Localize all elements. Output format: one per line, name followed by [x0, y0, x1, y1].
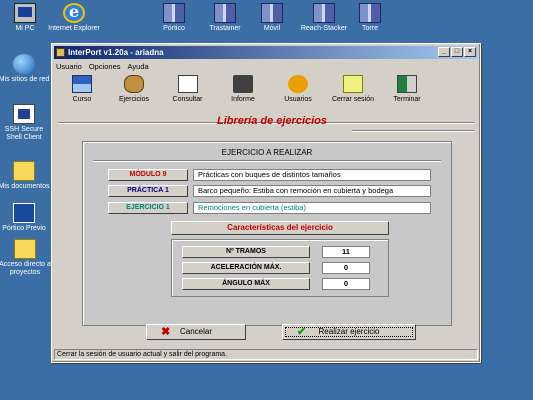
maximize-button[interactable]: □ — [451, 47, 463, 57]
title-bar[interactable]: InterPort v1.20a - ariadna _ □ × — [54, 46, 478, 59]
toolbar-label: Cerrar sesión — [331, 96, 374, 103]
cancel-button-label: Cancelar — [179, 327, 212, 336]
desktop-icon-torre[interactable]: Torre — [341, 3, 399, 33]
desktop-icon-internet-explorer[interactable]: Internet Explorer — [45, 2, 103, 33]
practica-label: PRÁCTICA 1 — [108, 185, 188, 197]
toolbar: Curso Ejercicios Consultar Informe Usuar… — [52, 72, 480, 110]
toolbar-ejercicios-button[interactable]: Ejercicios — [108, 72, 160, 110]
folder-icon — [14, 239, 36, 259]
desktop-icon-movil[interactable]: Móvil — [243, 3, 301, 33]
cancel-button[interactable]: ✖ Cancelar — [146, 324, 246, 340]
toolbar-label: Informe — [231, 96, 255, 103]
portico-app-icon — [13, 203, 35, 223]
crane-building-icon — [214, 3, 236, 23]
desktop-icon-label: Pórtico — [163, 25, 185, 32]
desktop-icon-mis-documentos[interactable]: Mis documentos — [0, 161, 52, 191]
course-book-icon — [72, 75, 92, 93]
toolbar-usuarios-button[interactable]: Usuarios — [271, 72, 325, 110]
characteristics-panel: Nº TRAMOS 11 ACELERACIÓN MÁX. 0 ÁNGULO M… — [171, 239, 389, 297]
my-computer-icon — [14, 3, 36, 23]
exercise-heading: EJERCICIO A REALIZAR — [221, 148, 313, 157]
checkmark-icon: ✔ — [297, 326, 307, 338]
toolbar-label: Consultar — [172, 96, 203, 103]
toolbar-cerrar-sesion-button[interactable]: Cerrar sesión — [325, 72, 381, 110]
exercise-panel: EJERCICIO A REALIZAR MÓDULO 9 Prácticas … — [82, 141, 452, 326]
desktop-icon-label: Acceso directo a proyectos — [0, 261, 51, 276]
window-controls: _ □ × — [438, 47, 476, 57]
folder-icon — [13, 161, 35, 181]
internet-explorer-icon — [63, 2, 85, 23]
toolbar-label: Terminar — [393, 96, 421, 103]
app-icon — [56, 48, 65, 57]
desktop-icon-portico[interactable]: Pórtico — [145, 3, 203, 33]
desktop-icon-label: Móvil — [263, 25, 281, 32]
toolbar-label: Usuarios — [284, 96, 312, 103]
consult-printer-icon — [177, 75, 198, 93]
desktop-icon-label: SSH Secure Shell Client — [4, 126, 44, 141]
run-exercise-button-label: Realizar ejercicio — [318, 327, 380, 336]
tramos-label: Nº TRAMOS — [182, 246, 310, 258]
desktop-icon-ssh-client[interactable]: SSH Secure Shell Client — [0, 104, 52, 142]
toolbar-curso-button[interactable]: Curso — [56, 72, 108, 110]
run-exercise-button[interactable]: ✔ Realizar ejercicio — [282, 324, 416, 340]
report-typewriter-icon — [233, 75, 253, 93]
heading-separator — [93, 160, 441, 162]
ejercicio-label: EJERCICIO 1 — [108, 202, 188, 214]
angulo-label: ÁNGULO MÁX — [182, 278, 310, 290]
section-title: Librería de ejercicios — [216, 115, 328, 127]
exercises-icon — [124, 75, 144, 93]
menu-opciones[interactable]: Opciones — [89, 61, 121, 72]
minimize-button[interactable]: _ — [438, 47, 450, 57]
toolbar-informe-button[interactable]: Informe — [215, 72, 271, 110]
interport-window: InterPort v1.20a - ariadna _ □ × Usuario… — [51, 43, 481, 363]
toolbar-consultar-button[interactable]: Consultar — [160, 72, 215, 110]
modulo-value: Prácticas con buques de distintos tamaño… — [193, 169, 431, 181]
desktop-icon-label: Pórtico Previo — [2, 225, 46, 232]
users-icon — [288, 75, 308, 93]
desktop-icon-label: Torre — [362, 25, 378, 32]
modulo-label: MÓDULO 9 — [108, 169, 188, 181]
ssh-client-icon — [13, 104, 35, 124]
crane-building-icon — [163, 3, 185, 23]
tramos-value: 11 — [322, 246, 370, 258]
network-globe-icon — [13, 54, 35, 74]
crane-building-icon — [261, 3, 283, 23]
menu-usuario[interactable]: Usuario — [56, 61, 82, 72]
title-separator — [352, 130, 474, 132]
crane-building-icon — [359, 3, 381, 23]
toolbar-label: Ejercicios — [119, 96, 149, 103]
menu-ayuda[interactable]: Ayuda — [128, 61, 149, 72]
desktop-icon-acceso-proyectos[interactable]: Acceso directo a proyectos — [0, 239, 54, 277]
desktop-icon-label: Internet Explorer — [48, 25, 100, 32]
crane-building-icon — [313, 3, 335, 23]
desktop-icon-portico-previo[interactable]: Pórtico Previo — [0, 203, 52, 233]
practica-value: Barco pequeño: Estiba con remoción en cu… — [193, 185, 431, 197]
menu-bar: Usuario Opciones Ayuda — [52, 61, 480, 72]
logout-key-icon — [343, 75, 363, 93]
angulo-value: 0 — [322, 278, 370, 290]
window-title: InterPort v1.20a - ariadna — [68, 48, 164, 57]
desktop-icon-label: Mis sitios de red — [0, 76, 50, 83]
toolbar-terminar-button[interactable]: Terminar — [381, 72, 433, 110]
status-bar: Cerrar la sesión de usuario actual y sal… — [54, 349, 478, 360]
aceleracion-label: ACELERACIÓN MÁX. — [182, 262, 310, 274]
aceleracion-value: 0 — [322, 262, 370, 274]
desktop-icon-mis-sitios-de-red[interactable]: Mis sitios de red — [0, 54, 52, 84]
close-button[interactable]: × — [464, 47, 476, 57]
toolbar-label: Curso — [72, 96, 92, 103]
characteristics-title: Características del ejercicio — [171, 221, 389, 235]
cancel-x-icon: ✖ — [161, 326, 171, 338]
ejercicio-value: Remociones en cubierta (estiba) — [193, 202, 431, 214]
desktop-icon-label: Mis documentos — [0, 183, 50, 190]
exit-door-icon — [397, 75, 417, 93]
